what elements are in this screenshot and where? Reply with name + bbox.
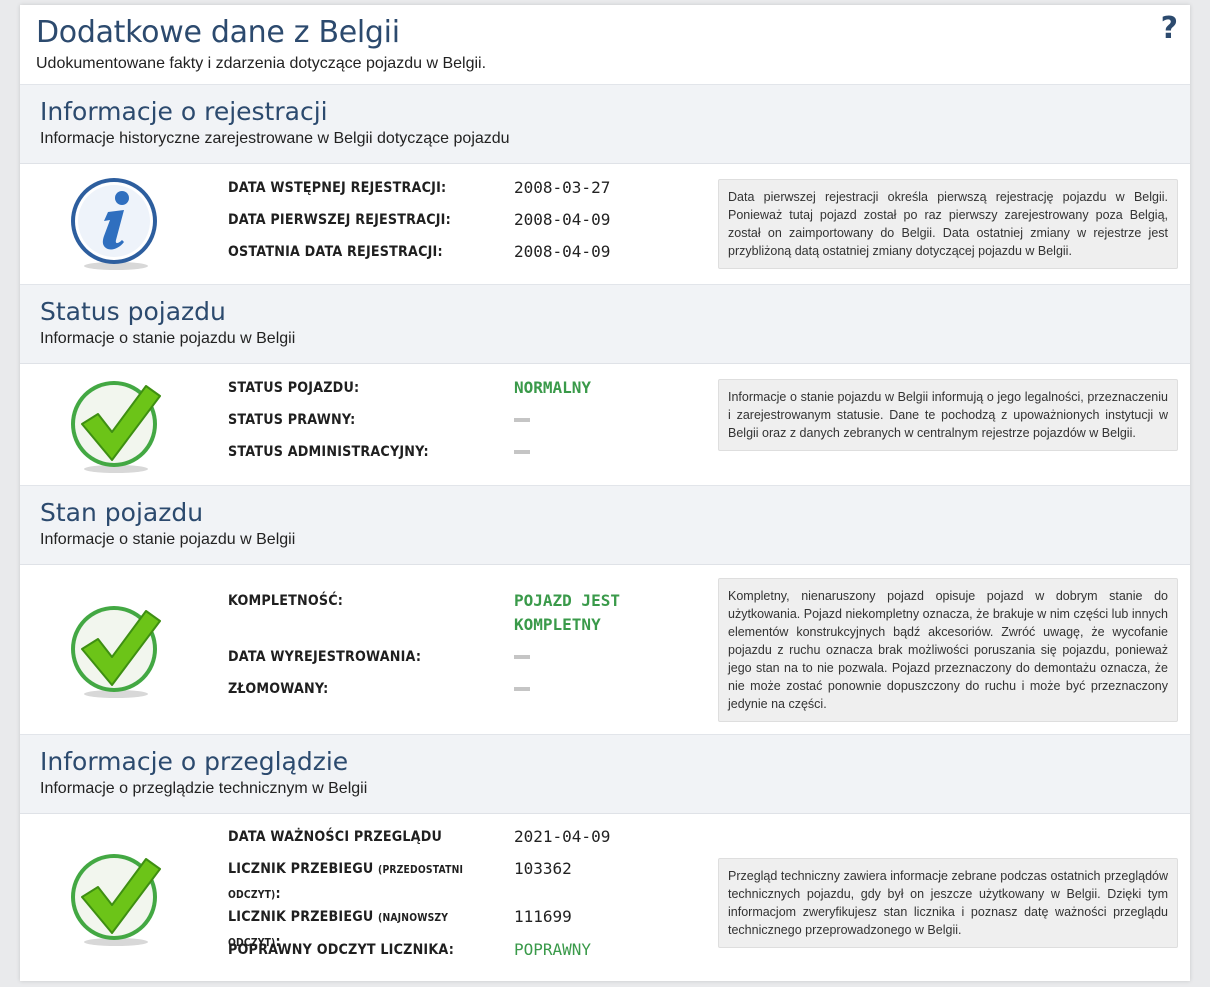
section-subtitle: Informacje o stanie pojazdu w Belgii xyxy=(40,531,296,548)
section-condition-header: Stan pojazdu Informacje o stanie pojazdu… xyxy=(20,485,1190,565)
status-note: Informacje o stanie pojazdu w Belgii inf… xyxy=(718,379,1178,451)
section-registration-header: Informacje o rejestracji Informacje hist… xyxy=(20,84,1190,164)
section-title: Informacje o rejestracji xyxy=(40,97,328,126)
empty-value-dash xyxy=(514,686,530,691)
empty-value-dash xyxy=(514,449,530,454)
section-title: Informacje o przeglądzie xyxy=(40,747,349,776)
section-status-body: STATUS POJAZDU: NORMALNY STATUS PRAWNY: … xyxy=(20,364,1190,484)
condition-note: Kompletny, nienaruszony pojazd opisuje p… xyxy=(718,578,1178,722)
section-registration-body: DATA WSTĘPNEJ REJESTRACJI: 2008-03-27 DA… xyxy=(20,164,1190,284)
section-title: Status pojazdu xyxy=(40,297,226,326)
info-icon xyxy=(71,178,157,270)
checkmark-icon xyxy=(71,854,161,946)
page-header: Dodatkowe dane z Belgii Udokumentowane f… xyxy=(20,5,1190,85)
section-title: Stan pojazdu xyxy=(40,498,204,527)
section-subtitle: Informacje historyczne zarejestrowane w … xyxy=(40,130,510,147)
empty-value-dash xyxy=(514,654,530,659)
page-title: Dodatkowe dane z Belgii xyxy=(36,15,400,50)
checkmark-icon xyxy=(71,381,161,473)
help-icon[interactable]: ? xyxy=(1161,11,1178,46)
empty-value-dash xyxy=(514,417,530,422)
inspection-note: Przegląd techniczny zawiera informacje z… xyxy=(718,858,1178,948)
section-inspection-body: DATA WAŻNOŚCI PRZEGLĄDU 2021-04-09 LICZN… xyxy=(20,814,1190,981)
checkmark-icon xyxy=(71,606,161,698)
section-inspection-header: Informacje o przeglądzie Informacje o pr… xyxy=(20,734,1190,814)
page-subtitle: Udokumentowane fakty i zdarzenia dotyczą… xyxy=(36,55,487,72)
section-subtitle: Informacje o stanie pojazdu w Belgii xyxy=(40,330,296,347)
section-subtitle: Informacje o przeglądzie technicznym w B… xyxy=(40,780,368,797)
section-condition-body: KOMPLETNOŚĆ: POJAZD JEST KOMPLETNY DATA … xyxy=(20,565,1190,733)
registration-note: Data pierwszej rejestracji określa pierw… xyxy=(718,179,1178,269)
belgium-data-card: Dodatkowe dane z Belgii Udokumentowane f… xyxy=(20,5,1190,981)
section-status-header: Status pojazdu Informacje o stanie pojaz… xyxy=(20,284,1190,364)
